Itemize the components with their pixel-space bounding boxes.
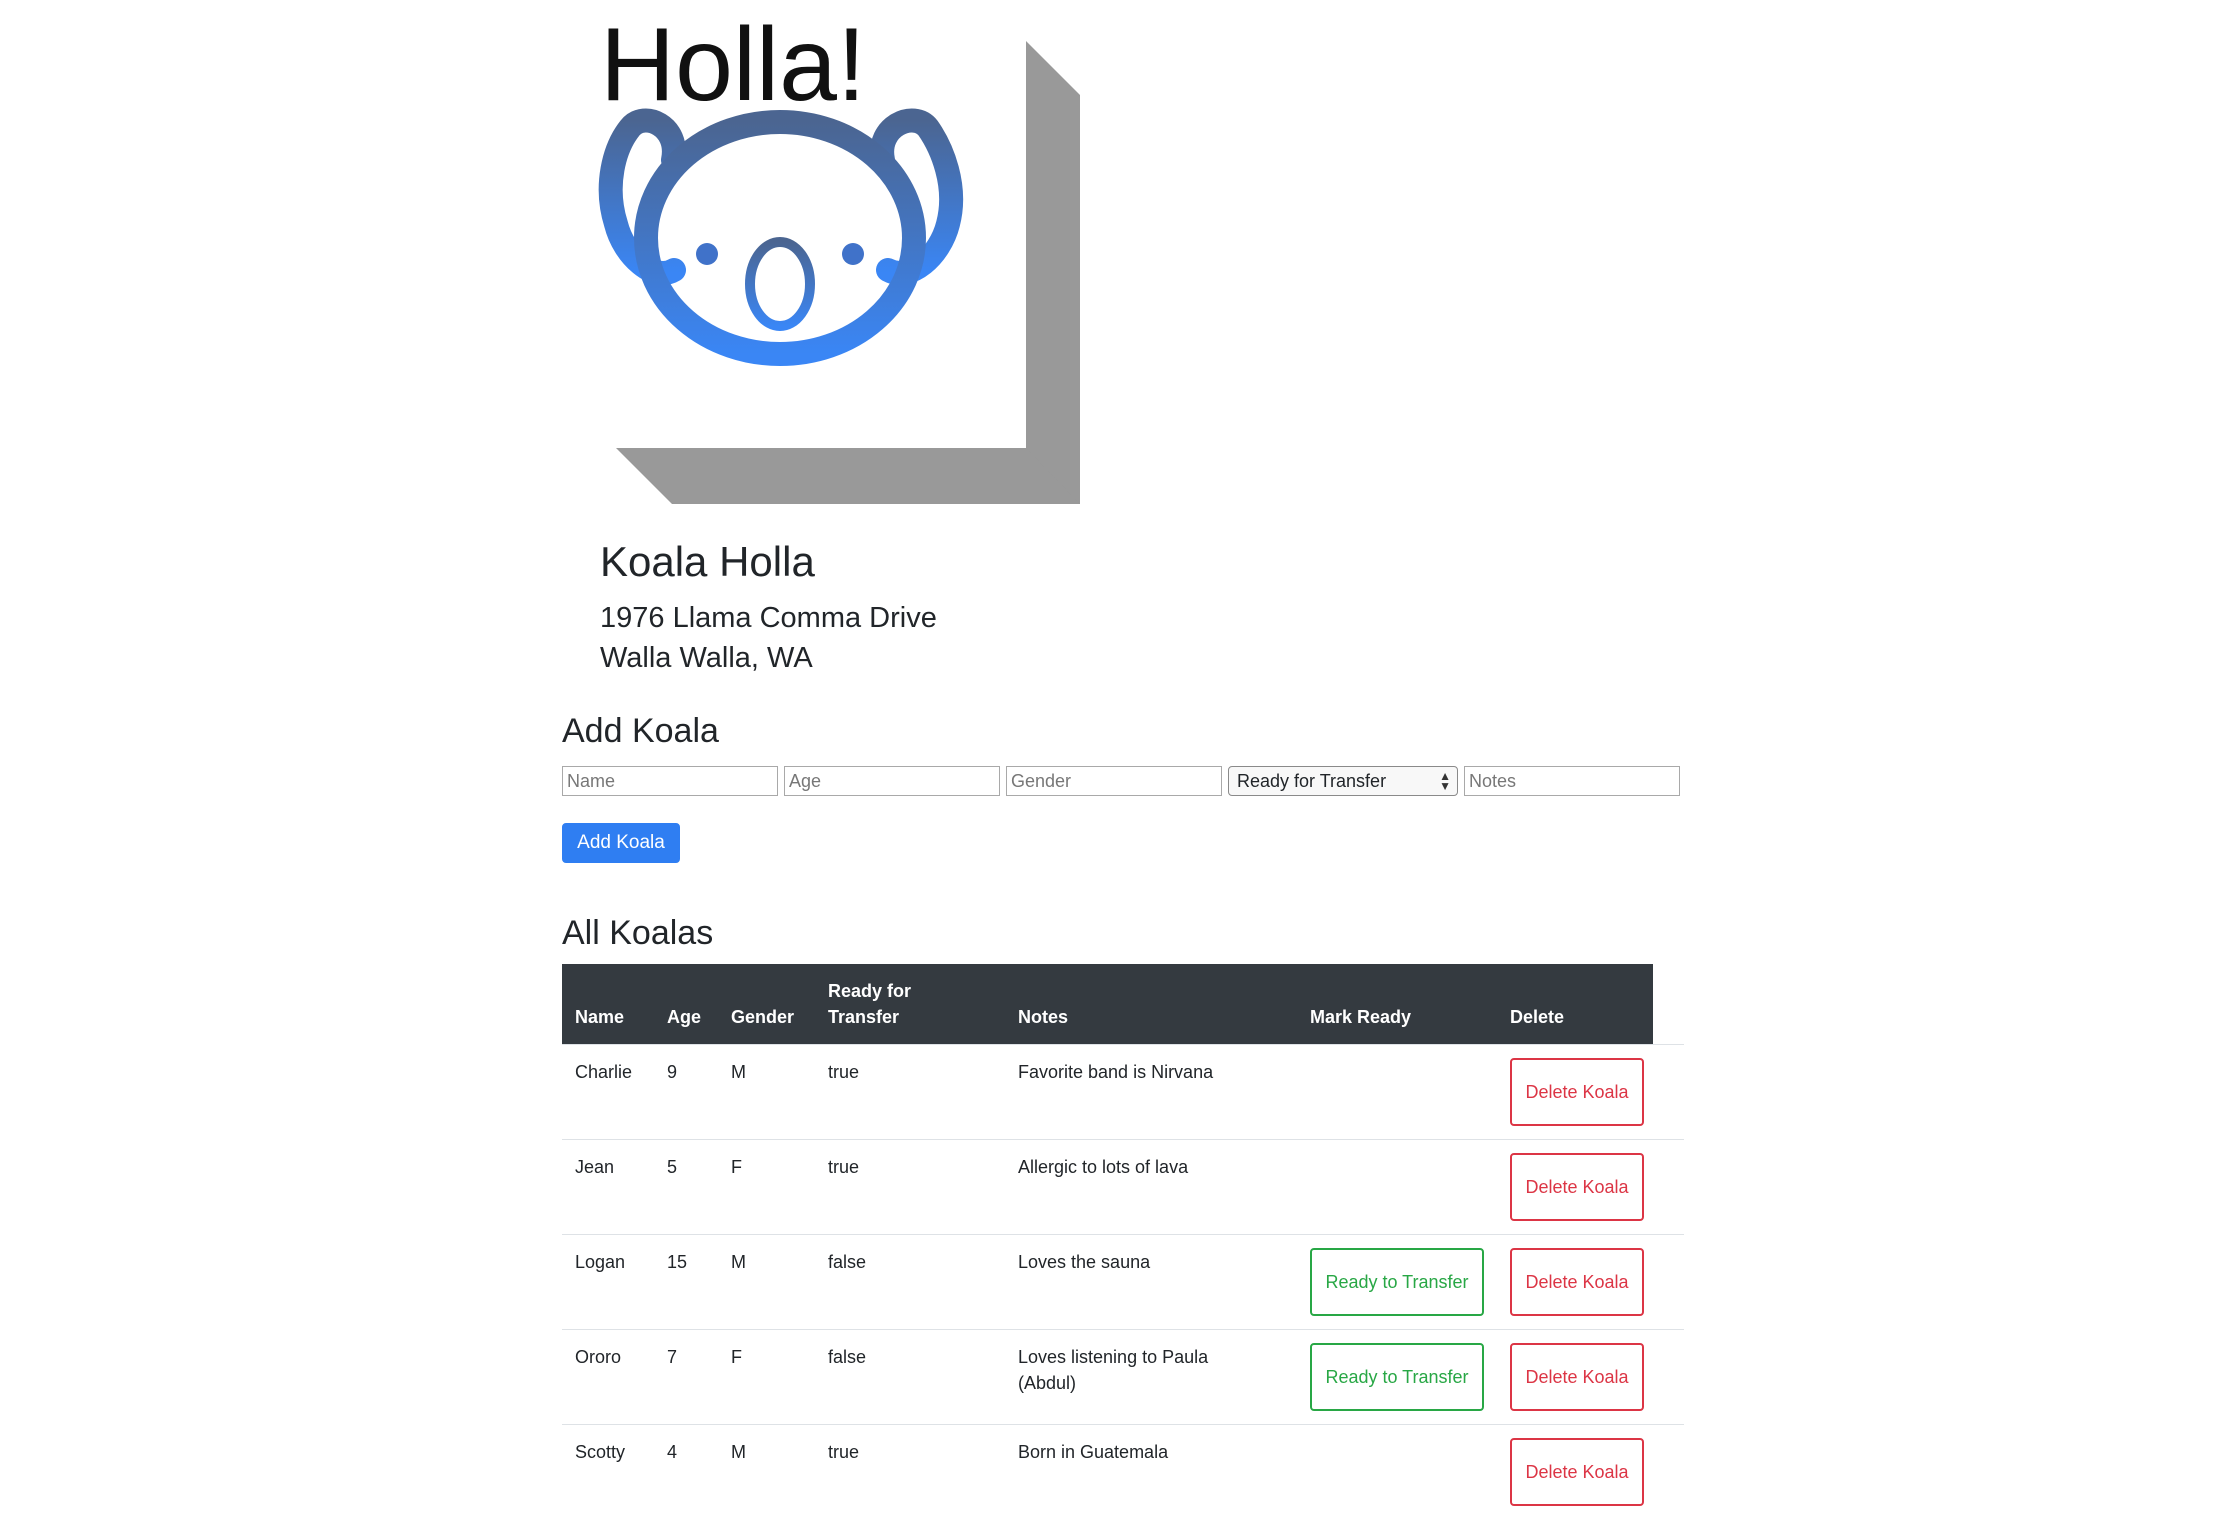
cell-mark-ready bbox=[1297, 1423, 1497, 1519]
delete-koala-button[interactable]: Delete Koala bbox=[1510, 1152, 1644, 1221]
cell-spacer bbox=[1653, 1233, 1684, 1329]
gender-input[interactable] bbox=[1006, 766, 1222, 796]
cell-delete: Delete Koala bbox=[1497, 1138, 1653, 1234]
cell-name: Jean bbox=[562, 1138, 654, 1234]
koala-holla-logo: Holla! bbox=[590, 8, 1090, 508]
notes-input[interactable] bbox=[1464, 766, 1680, 796]
cell-delete: Delete Koala bbox=[1497, 1423, 1653, 1519]
cell-age: 9 bbox=[654, 1043, 718, 1139]
shelter-address-line1: 1976 Llama Comma Drive bbox=[600, 602, 937, 634]
cell-name: Logan bbox=[562, 1233, 654, 1329]
cell-age: 7 bbox=[654, 1328, 718, 1424]
table-row: Ororo 7 F false Loves listening to Paula… bbox=[562, 1328, 1684, 1424]
delete-koala-button[interactable]: Delete Koala bbox=[1510, 1342, 1644, 1411]
logo-shadow-right bbox=[1026, 41, 1080, 504]
cell-name: Scotty bbox=[562, 1423, 654, 1519]
delete-koala-button[interactable]: Delete Koala bbox=[1510, 1057, 1644, 1126]
cell-spacer bbox=[1653, 1138, 1684, 1234]
cell-gender: M bbox=[718, 1423, 815, 1519]
koala-icon: Holla! bbox=[598, 8, 1080, 504]
koala-table: Name Age Gender Ready for Transfer Notes… bbox=[562, 964, 1684, 1519]
transfer-select[interactable]: Ready for Transfer ▲ ▼ bbox=[1228, 766, 1458, 796]
name-input[interactable] bbox=[562, 766, 778, 796]
table-row: Jean 5 F true Allergic to lots of lava D… bbox=[562, 1138, 1684, 1234]
header-delete: Delete bbox=[1510, 1006, 1565, 1027]
cell-notes: Loves listening to Paula (Abdul) bbox=[1005, 1328, 1297, 1424]
cell-transfer: false bbox=[815, 1328, 1005, 1424]
cell-notes: Favorite band is Nirvana bbox=[1005, 1043, 1297, 1139]
header-spacer bbox=[1653, 964, 1684, 1044]
header-age: Age bbox=[667, 1006, 702, 1027]
cell-age: 4 bbox=[654, 1423, 718, 1519]
cell-notes: Allergic to lots of lava bbox=[1005, 1138, 1297, 1234]
shelter-address-line2: Walla Walla, WA bbox=[600, 642, 813, 674]
header-transfer: Ready for Transfer bbox=[828, 980, 912, 1027]
delete-koala-button[interactable]: Delete Koala bbox=[1510, 1437, 1644, 1506]
header-gender: Gender bbox=[731, 1006, 795, 1027]
cell-age: 15 bbox=[654, 1233, 718, 1329]
table-row: Scotty 4 M true Born in Guatemala Delete… bbox=[562, 1423, 1684, 1519]
cell-transfer: true bbox=[815, 1043, 1005, 1139]
all-koalas-title: All Koalas bbox=[562, 914, 714, 952]
cell-transfer: true bbox=[815, 1423, 1005, 1519]
cell-notes: Born in Guatemala bbox=[1005, 1423, 1297, 1519]
cell-gender: F bbox=[718, 1328, 815, 1424]
cell-mark-ready bbox=[1297, 1138, 1497, 1234]
table-row: Logan 15 M false Loves the sauna Ready t… bbox=[562, 1233, 1684, 1329]
age-input[interactable] bbox=[784, 766, 1000, 796]
logo-text: Holla! bbox=[600, 8, 866, 123]
cell-delete: Delete Koala bbox=[1497, 1328, 1653, 1424]
cell-delete: Delete Koala bbox=[1497, 1043, 1653, 1139]
cell-transfer: true bbox=[815, 1138, 1005, 1234]
ready-to-transfer-button[interactable]: Ready to Transfer bbox=[1310, 1247, 1484, 1316]
cell-gender: M bbox=[718, 1043, 815, 1139]
header-mark-ready: Mark Ready bbox=[1310, 1006, 1412, 1027]
add-koala-button[interactable]: Add Koala bbox=[562, 823, 680, 863]
cell-delete: Delete Koala bbox=[1497, 1233, 1653, 1329]
cell-name: Charlie bbox=[562, 1043, 654, 1139]
cell-spacer bbox=[1653, 1423, 1684, 1519]
shelter-name: Koala Holla bbox=[600, 538, 815, 585]
cell-gender: M bbox=[718, 1233, 815, 1329]
add-koala-title: Add Koala bbox=[562, 712, 719, 750]
cell-spacer bbox=[1653, 1328, 1684, 1424]
table-row: Charlie 9 M true Favorite band is Nirvan… bbox=[562, 1043, 1684, 1139]
logo-shadow-bottom bbox=[616, 448, 1080, 504]
delete-koala-button[interactable]: Delete Koala bbox=[1510, 1247, 1644, 1316]
cell-mark-ready bbox=[1297, 1043, 1497, 1139]
ready-to-transfer-button[interactable]: Ready to Transfer bbox=[1310, 1342, 1484, 1411]
cell-gender: F bbox=[718, 1138, 815, 1234]
header-notes: Notes bbox=[1018, 1006, 1069, 1027]
cell-age: 5 bbox=[654, 1138, 718, 1234]
transfer-select-value: Ready for Transfer bbox=[1237, 770, 1387, 791]
koala-table-container: Name Age Gender Ready for Transfer Notes… bbox=[562, 964, 1684, 1519]
cell-spacer bbox=[1653, 1043, 1684, 1139]
cell-name: Ororo bbox=[562, 1328, 654, 1424]
cell-notes: Loves the sauna bbox=[1005, 1233, 1297, 1329]
table-header-row: Name Age Gender Ready for Transfer Notes… bbox=[562, 964, 1684, 1044]
header-name: Name bbox=[575, 1006, 625, 1027]
select-arrows-icon: ▲ ▼ bbox=[1439, 769, 1451, 793]
cell-transfer: false bbox=[815, 1233, 1005, 1329]
cell-mark-ready: Ready to Transfer bbox=[1297, 1328, 1497, 1424]
cell-mark-ready: Ready to Transfer bbox=[1297, 1233, 1497, 1329]
